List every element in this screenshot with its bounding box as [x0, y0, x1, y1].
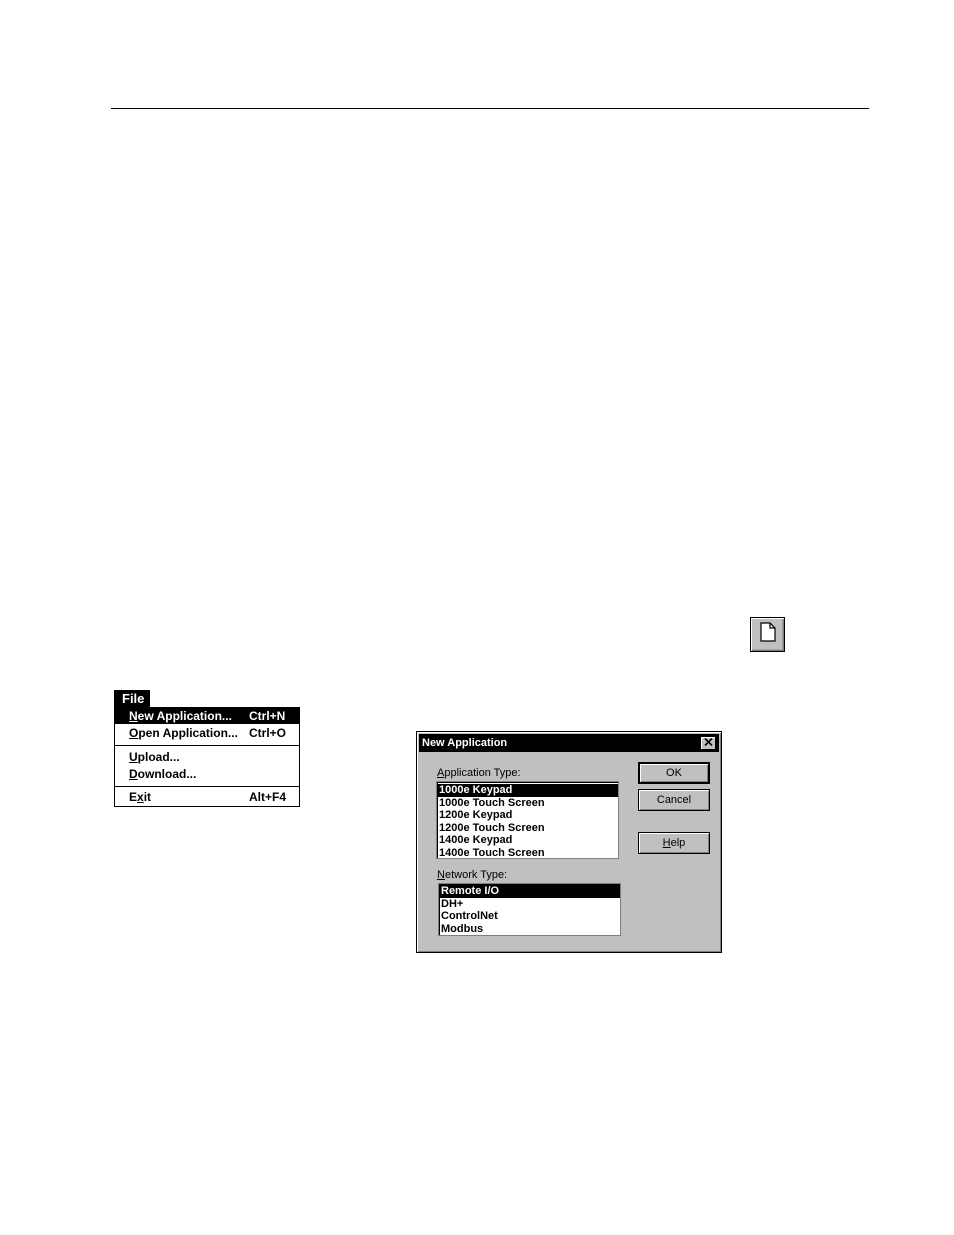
- mnemonic: x: [137, 790, 144, 804]
- menu-item-label: pload...: [137, 750, 180, 764]
- mnemonic: O: [129, 726, 139, 740]
- menu-separator: [115, 786, 299, 787]
- menu-item-shortcut: Ctrl+O: [249, 726, 287, 740]
- new-document-icon: [759, 622, 776, 647]
- menu-item-label: ownload...: [137, 767, 197, 781]
- help-button[interactable]: Help: [638, 832, 710, 854]
- list-item[interactable]: 1000e Keypad: [437, 784, 618, 797]
- menu-separator: [115, 745, 299, 746]
- menu-item-label: ew Application...: [137, 709, 232, 723]
- list-item[interactable]: 1400e Touch Screen: [437, 847, 618, 859]
- mnemonic: D: [129, 767, 138, 781]
- file-menu-title[interactable]: File: [114, 690, 150, 707]
- dialog-title-bar[interactable]: New Application: [419, 734, 719, 752]
- new-application-toolbar-button[interactable]: [750, 617, 785, 652]
- file-menu: New Application... Ctrl+N Open Applicati…: [114, 707, 300, 807]
- menu-item-label: pen Application...: [138, 726, 238, 740]
- list-item[interactable]: 1200e Keypad: [437, 809, 618, 822]
- menu-item-shortcut: Alt+F4: [249, 790, 287, 804]
- list-item[interactable]: ControlNet: [439, 910, 620, 923]
- list-item[interactable]: DH+: [439, 898, 620, 911]
- cancel-button[interactable]: Cancel: [638, 789, 710, 811]
- new-application-dialog: New Application Application Type: 1000e …: [416, 731, 722, 953]
- application-type-label: Application Type:: [437, 767, 521, 779]
- ok-button[interactable]: OK: [638, 762, 710, 784]
- menu-item-new-application[interactable]: New Application... Ctrl+N: [115, 708, 299, 724]
- mnemonic: U: [129, 750, 138, 764]
- menu-item-exit[interactable]: Exit Alt+F4: [115, 789, 299, 805]
- menu-item-open-application[interactable]: Open Application... Ctrl+O: [115, 725, 299, 741]
- menu-item-download[interactable]: Download...: [115, 766, 299, 782]
- menu-item-upload[interactable]: Upload...: [115, 749, 299, 765]
- top-rule: [111, 108, 869, 109]
- list-item[interactable]: Remote I/O: [439, 885, 620, 898]
- menu-item-label-prefix: E: [129, 790, 138, 804]
- dialog-title: New Application: [422, 737, 508, 749]
- menu-item-shortcut: Ctrl+N: [249, 709, 286, 723]
- close-icon: [703, 734, 713, 752]
- mnemonic: N: [129, 709, 138, 723]
- dialog-close-button[interactable]: [700, 736, 716, 750]
- list-item[interactable]: 1400e Keypad: [437, 834, 618, 847]
- application-type-listbox[interactable]: 1000e Keypad 1000e Touch Screen 1200e Ke…: [436, 781, 619, 859]
- network-type-label: Network Type:: [437, 869, 508, 881]
- menu-item-label: it: [143, 790, 152, 804]
- network-type-listbox[interactable]: Remote I/O DH+ ControlNet Modbus: [438, 883, 621, 936]
- list-item[interactable]: 1200e Touch Screen: [437, 822, 618, 835]
- list-item[interactable]: 1000e Touch Screen: [437, 797, 618, 810]
- list-item[interactable]: Modbus: [439, 923, 620, 936]
